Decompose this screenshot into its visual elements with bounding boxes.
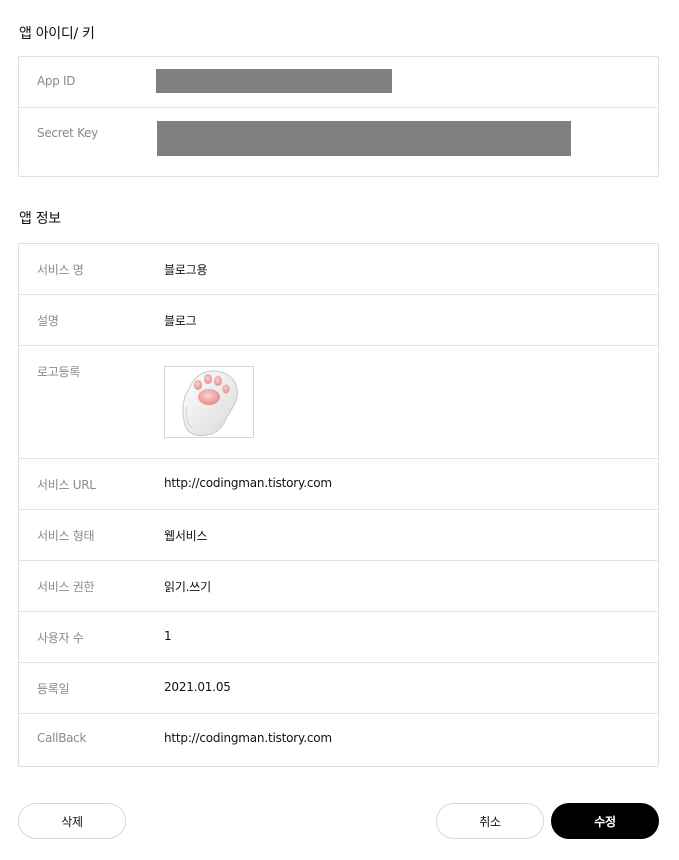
app-info-box: 서비스 명 블로그용 설명 블로그 로고등록 서비스 URL http://co… <box>18 243 659 767</box>
secret-key-label: Secret Key <box>37 126 98 140</box>
description-row: 설명 블로그 <box>19 295 658 346</box>
user-count-row: 사용자 수 1 <box>19 612 658 663</box>
service-type-row: 서비스 형태 웹서비스 <box>19 510 658 561</box>
service-url-value: http://codingman.tistory.com <box>164 476 332 490</box>
service-name-row: 서비스 명 블로그용 <box>19 244 658 295</box>
logo-image[interactable] <box>164 366 254 438</box>
service-name-value: 블로그용 <box>164 263 208 277</box>
description-value: 블로그 <box>164 314 197 328</box>
service-type-value: 웹서비스 <box>164 529 208 543</box>
logo-row: 로고등록 <box>19 346 658 459</box>
app-id-row: App ID <box>19 57 658 108</box>
app-keys-section-title: 앱 아이디/ 키 <box>19 26 95 42</box>
service-type-label: 서비스 형태 <box>37 529 95 543</box>
delete-button[interactable]: 삭제 <box>18 803 126 839</box>
logo-label: 로고등록 <box>37 365 80 379</box>
registered-date-value: 2021.01.05 <box>164 680 231 694</box>
app-id-masked-value <box>156 69 392 93</box>
secret-key-row: Secret Key <box>19 108 658 176</box>
description-label: 설명 <box>37 314 59 328</box>
edit-button[interactable]: 수정 <box>551 803 659 839</box>
service-url-label: 서비스 URL <box>37 478 96 492</box>
user-count-value: 1 <box>164 629 172 643</box>
service-name-label: 서비스 명 <box>37 263 84 277</box>
app-settings-page: 앱 아이디/ 키 App ID Secret Key 앱 정보 서비스 명 블로… <box>0 0 679 860</box>
service-url-row: 서비스 URL http://codingman.tistory.com <box>19 459 658 510</box>
app-keys-box: App ID Secret Key <box>18 56 659 177</box>
secret-key-masked-value <box>157 121 571 156</box>
callback-label: CallBack <box>37 731 87 745</box>
cat-paw-icon <box>182 370 238 436</box>
service-permission-value: 읽기.쓰기 <box>164 580 211 594</box>
service-permission-label: 서비스 권한 <box>37 580 95 594</box>
user-count-label: 사용자 수 <box>37 631 84 645</box>
cancel-button[interactable]: 취소 <box>436 803 544 839</box>
callback-value: http://codingman.tistory.com <box>164 731 332 745</box>
registered-date-row: 등록일 2021.01.05 <box>19 663 658 714</box>
callback-row: CallBack http://codingman.tistory.com <box>19 714 658 764</box>
service-permission-row: 서비스 권한 읽기.쓰기 <box>19 561 658 612</box>
registered-date-label: 등록일 <box>37 682 70 696</box>
app-id-label: App ID <box>37 74 76 88</box>
app-info-section-title: 앱 정보 <box>19 211 61 227</box>
